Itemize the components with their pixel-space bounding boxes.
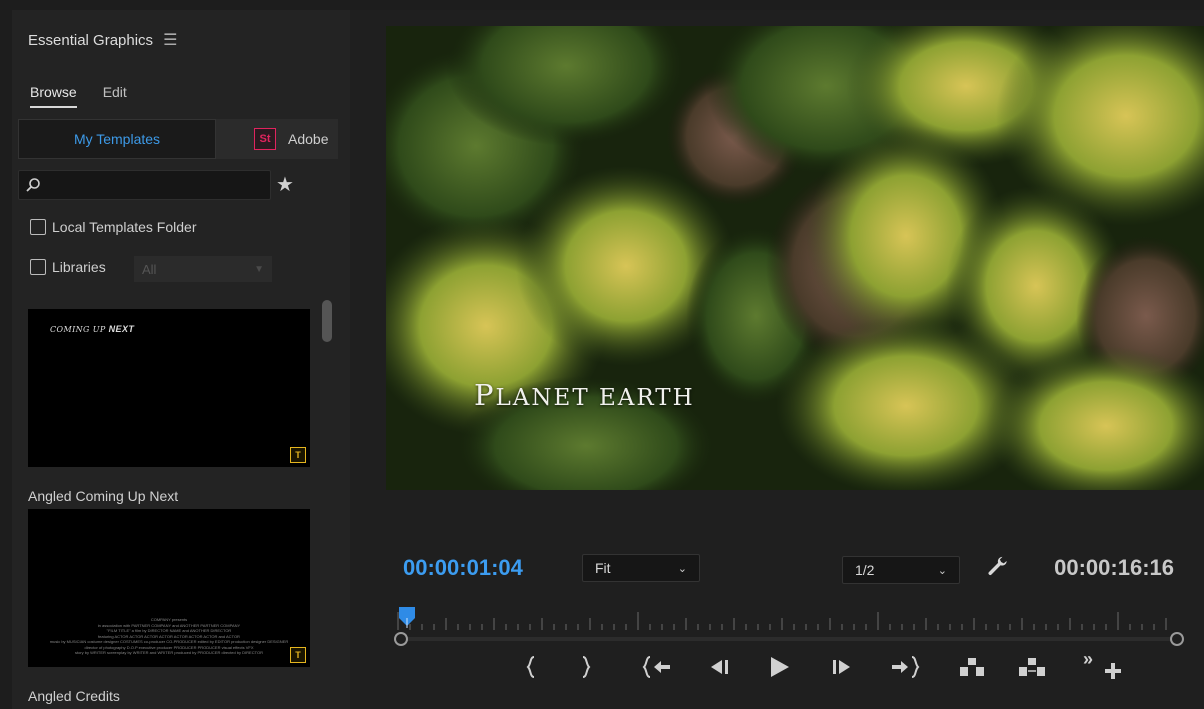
tab-adobe-stock[interactable]: St Adobe — [216, 119, 338, 159]
libraries-select[interactable]: All ▼ — [134, 256, 272, 282]
panel-header: Essential Graphics ☰ — [28, 30, 177, 50]
template-name: Angled Coming Up Next — [28, 488, 179, 504]
current-timecode[interactable]: 00:00:01:04 — [403, 555, 523, 581]
zoom-select-value: Fit — [595, 560, 611, 576]
more-controls-button[interactable]: » — [1075, 642, 1101, 676]
missing-font-warning-icon: T — [290, 647, 306, 663]
step-back-button[interactable] — [705, 650, 733, 684]
go-to-out-icon — [892, 656, 920, 678]
chevron-down-icon: ⌄ — [677, 562, 687, 575]
tab-browse[interactable]: Browse — [30, 84, 77, 108]
credits-preview: COMPANY presents in association with PAR… — [49, 617, 289, 655]
zoom-select[interactable]: Fit ⌄ — [582, 554, 700, 582]
template-preview-text: COMING UP NEXT — [50, 324, 135, 334]
template-name: Angled Credits — [28, 688, 120, 704]
lift-icon — [960, 658, 984, 676]
forest-video-image — [386, 26, 1204, 490]
panel-title: Essential Graphics — [28, 31, 154, 49]
duration-timecode: 00:00:16:16 — [1054, 555, 1174, 580]
template-list-scrollbar[interactable] — [322, 300, 332, 709]
resolution-select-value: 1/2 — [855, 562, 875, 578]
libraries-label: Libraries — [52, 259, 106, 275]
zoom-scroller-left-handle[interactable] — [394, 632, 408, 646]
step-forward-icon — [833, 660, 850, 674]
program-monitor: PLANET EARTH 00:00:01:04 Fit ⌄ 1/2 ⌄ 00:… — [350, 10, 1204, 709]
mark-in-icon — [526, 656, 535, 678]
favorites-star-icon[interactable]: ★ — [276, 172, 294, 197]
play-icon — [771, 657, 789, 677]
tab-edit[interactable]: Edit — [103, 84, 127, 108]
mark-out-icon — [582, 656, 591, 678]
lift-button[interactable] — [955, 650, 989, 684]
more-controls-icon: » — [1082, 648, 1093, 669]
video-title-overlay: PLANET EARTH — [474, 378, 695, 412]
wrench-icon[interactable] — [985, 555, 1011, 581]
chevron-down-icon: ⌄ — [937, 564, 947, 577]
add-button-icon — [1105, 663, 1121, 679]
search-field[interactable] — [18, 170, 271, 200]
adobe-stock-label: Adobe — [288, 131, 329, 147]
template-thumbnail[interactable]: COMING UP NEXT T — [28, 309, 310, 467]
video-frame: PLANET EARTH — [386, 26, 1204, 490]
template-thumbnail[interactable]: COMPANY presents in association with PAR… — [28, 509, 310, 667]
adobe-stock-icon: St — [254, 128, 276, 150]
zoom-scroller[interactable] — [394, 630, 1184, 648]
transport-controls: » — [510, 649, 1200, 690]
step-forward-button[interactable] — [828, 650, 856, 684]
zoom-scroller-track — [402, 637, 1176, 641]
hamburger-icon[interactable]: ☰ — [163, 30, 177, 50]
mark-in-button[interactable] — [520, 650, 542, 684]
panel-tabs: Browse Edit — [30, 84, 127, 108]
playhead[interactable] — [398, 606, 416, 628]
local-templates-row: Local Templates Folder — [30, 219, 196, 235]
search-input[interactable] — [47, 175, 267, 197]
libraries-select-value: All — [142, 261, 157, 277]
libraries-checkbox[interactable] — [30, 259, 46, 275]
extract-icon — [1019, 658, 1045, 676]
local-templates-label: Local Templates Folder — [52, 219, 197, 235]
scrollbar-thumb[interactable] — [322, 300, 332, 342]
missing-font-warning-icon: T — [290, 447, 306, 463]
search-icon — [26, 178, 40, 192]
zoom-scroller-right-handle[interactable] — [1170, 632, 1184, 646]
go-to-out-button[interactable] — [888, 650, 922, 684]
step-back-icon — [711, 660, 728, 674]
template-source-tabs: My Templates St Adobe — [18, 119, 338, 159]
local-templates-checkbox[interactable] — [30, 219, 46, 235]
playback-resolution-select[interactable]: 1/2 ⌄ — [842, 556, 960, 584]
libraries-row: Libraries — [30, 259, 106, 275]
template-list: COMING UP NEXT T Angled Coming Up Next C… — [28, 309, 320, 709]
go-to-in-button[interactable] — [640, 650, 674, 684]
tab-my-templates[interactable]: My Templates — [18, 119, 216, 159]
extract-button[interactable] — [1015, 650, 1049, 684]
play-button[interactable] — [765, 650, 793, 684]
mark-out-button[interactable] — [575, 650, 597, 684]
button-editor-add[interactable] — [1100, 654, 1126, 688]
go-to-in-icon — [642, 656, 670, 678]
chevron-down-icon: ▼ — [254, 263, 264, 275]
